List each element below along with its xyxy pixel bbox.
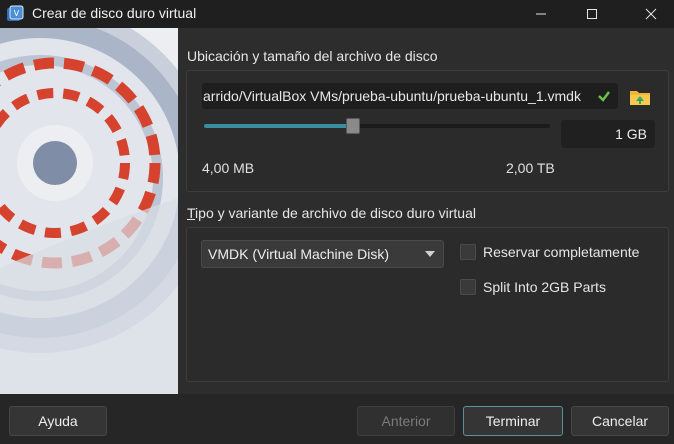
preallocate-checkbox[interactable] (460, 244, 476, 260)
split-2gb-checkbox[interactable] (460, 279, 476, 295)
svg-text:V: V (14, 9, 20, 18)
type-group-title: Tipo y variante de archivo de disco duro… (187, 205, 476, 221)
size-slider-fill (204, 124, 353, 128)
size-input[interactable]: 1 GB (561, 120, 655, 148)
folder-icon[interactable] (628, 85, 652, 109)
maximize-button[interactable] (569, 0, 615, 28)
close-button[interactable] (628, 0, 674, 28)
preallocate-label[interactable]: Reservar completamente (483, 244, 639, 260)
type-group-title-mnemonic: T (187, 205, 196, 221)
close-icon (645, 8, 657, 20)
size-range-max: 2,00 TB (506, 160, 555, 176)
size-slider-handle[interactable] (345, 118, 360, 134)
wizard-illustration (0, 28, 178, 394)
minimize-button[interactable] (518, 0, 564, 28)
cancel-button[interactable]: Cancelar (571, 406, 669, 436)
help-button[interactable]: Ayuda (9, 406, 107, 436)
file-path-text: arrido/VirtualBox VMs/prueba-ubuntu/prue… (203, 88, 581, 104)
split-2gb-label[interactable]: Split Into 2GB Parts (483, 279, 606, 295)
type-group-title-rest: ipo y variante de archivo de disco duro … (195, 205, 476, 221)
disk-format-combobox[interactable]: VMDK (Virtual Machine Disk) (201, 240, 444, 268)
size-slider-track[interactable] (204, 124, 550, 128)
file-path-field[interactable]: arrido/VirtualBox VMs/prueba-ubuntu/prue… (202, 83, 618, 109)
finish-button[interactable]: Terminar (463, 406, 563, 436)
back-button[interactable]: Anterior (357, 406, 455, 436)
location-group-title: Ubicación y tamaño del archivo de disco (187, 48, 438, 64)
minimize-icon (536, 13, 546, 15)
chevron-down-icon (425, 251, 435, 257)
window-title: Crear de disco duro virtual (32, 5, 197, 21)
maximize-icon (587, 9, 597, 19)
title-bar: V Crear de disco duro virtual (0, 0, 674, 28)
virtualbox-icon: V (7, 5, 24, 21)
disk-format-selected: VMDK (Virtual Machine Disk) (208, 246, 390, 262)
hard-disk-illustration (0, 28, 178, 394)
size-range-min: 4,00 MB (202, 160, 255, 176)
valid-check-icon (598, 91, 610, 102)
